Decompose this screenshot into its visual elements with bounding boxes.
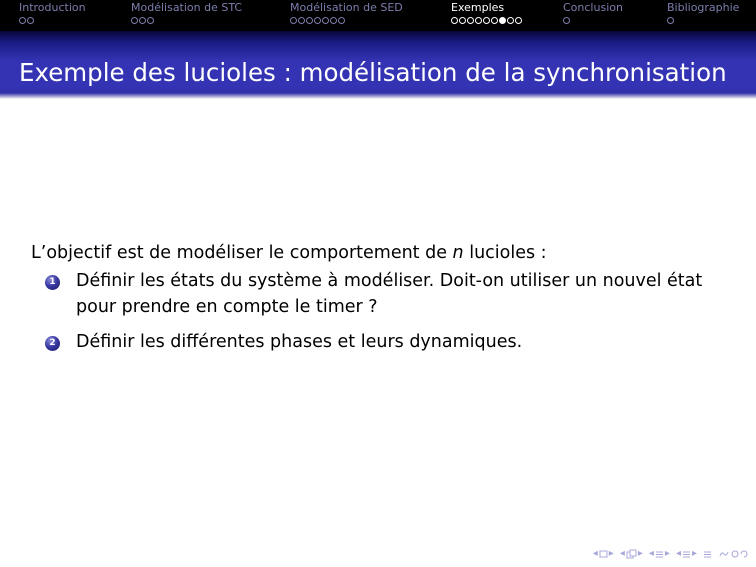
nav-dot[interactable]	[515, 16, 522, 24]
nav-dot[interactable]	[298, 16, 305, 24]
nav-dot[interactable]	[139, 16, 146, 24]
section-navigation-bar: Introduction Modélisation de STC Modélis…	[0, 0, 756, 31]
nav-section-bibliographie: Bibliographie	[667, 1, 739, 24]
list-item: 1 Définir les états du système à modélis…	[31, 268, 721, 320]
intro-sentence: L’objectif est de modéliser le comportem…	[31, 240, 721, 266]
nav-dot[interactable]	[322, 16, 329, 24]
nav-section-dots	[19, 16, 86, 24]
list-item-text: Définir les différentes phases et leurs …	[76, 332, 523, 352]
nav-dot[interactable]	[667, 16, 674, 24]
nav-section-exemples: Exemples	[451, 1, 522, 24]
nav-section-dots	[451, 16, 522, 24]
nav-section-dots	[290, 16, 403, 24]
nav-section-title[interactable]: Bibliographie	[667, 1, 739, 14]
nav-section-title[interactable]: Exemples	[451, 1, 522, 14]
nav-dot[interactable]	[338, 16, 345, 24]
subsection-nav-icon[interactable]: ◂ ▸	[620, 548, 643, 560]
nav-section-title[interactable]: Modélisation de STC	[131, 1, 242, 14]
frame-nav-icon[interactable]: ◂ ▸	[593, 548, 614, 560]
nav-section-introduction: Introduction	[19, 1, 86, 24]
nav-dot[interactable]	[507, 16, 514, 24]
nav-dot[interactable]	[451, 16, 458, 24]
nav-dot[interactable]	[491, 16, 498, 24]
frame-title-band: Exemple des lucioles : modélisation de l…	[0, 31, 756, 99]
nav-section-modelisation-sed: Modélisation de SED	[290, 1, 403, 24]
nav-dot[interactable]	[290, 16, 297, 24]
nav-section-title[interactable]: Introduction	[19, 1, 86, 14]
nav-dot[interactable]	[563, 16, 570, 24]
nav-dot[interactable]	[475, 16, 482, 24]
nav-section-title[interactable]: Modélisation de SED	[290, 1, 403, 14]
intro-text-after: lucioles :	[463, 243, 547, 263]
nav-dot[interactable]	[131, 16, 138, 24]
frame-title: Exemple des lucioles : modélisation de l…	[19, 58, 727, 87]
section-nav-icon[interactable]: ◂ ▸	[649, 548, 670, 560]
nav-section-dots	[667, 16, 739, 24]
list-item: 2 Définir les différentes phases et leur…	[31, 329, 721, 355]
presentation-nav-icon[interactable]: ◂ ▸	[676, 548, 697, 560]
nav-dot[interactable]	[147, 16, 154, 24]
enumerated-list: 1 Définir les états du système à modélis…	[31, 268, 721, 355]
nav-section-dots	[131, 16, 242, 24]
nav-dot[interactable]	[330, 16, 337, 24]
slide-body: L’objectif est de modéliser le comportem…	[31, 240, 721, 364]
align-icon[interactable]	[703, 550, 712, 559]
list-item-text: Définir les états du système à modéliser…	[76, 271, 703, 317]
nav-section-conclusion: Conclusion	[563, 1, 623, 24]
nav-dot[interactable]	[19, 16, 26, 24]
intro-text-before: L’objectif est de modéliser le comportem…	[31, 243, 453, 263]
nav-section-title[interactable]: Conclusion	[563, 1, 623, 14]
nav-dot-current[interactable]	[499, 16, 506, 24]
nav-dot[interactable]	[467, 16, 474, 24]
nav-dot[interactable]	[306, 16, 313, 24]
beamer-navigation-symbols: ◂ ▸ ◂ ▸ ◂ ▸ ◂ ▸	[593, 548, 748, 560]
nav-dot[interactable]	[459, 16, 466, 24]
search-icon[interactable]	[718, 549, 748, 559]
nav-dot[interactable]	[483, 16, 490, 24]
intro-variable: n	[452, 243, 464, 263]
enumeration-ball-icon: 2	[45, 336, 60, 351]
enumeration-ball-icon: 1	[45, 275, 60, 290]
nav-dot[interactable]	[27, 16, 34, 24]
nav-dot[interactable]	[314, 16, 321, 24]
nav-section-modelisation-stc: Modélisation de STC	[131, 1, 242, 24]
nav-section-dots	[563, 16, 623, 24]
